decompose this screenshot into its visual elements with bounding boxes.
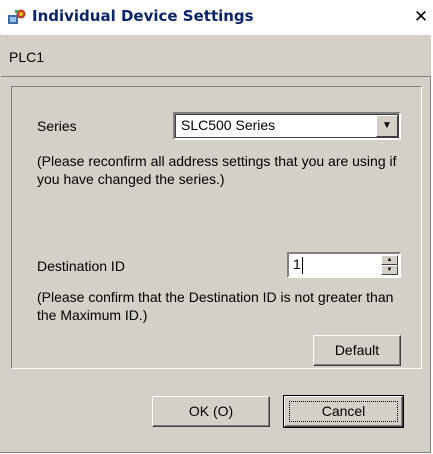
series-dropdown[interactable]: SLC500 Series ▼	[173, 112, 401, 140]
spinner-buttons: ▲ ▼	[381, 255, 398, 275]
destination-id-value: 1	[293, 256, 301, 272]
default-button[interactable]: Default	[313, 335, 401, 366]
destination-id-spinner[interactable]: 1 ▲ ▼	[287, 252, 401, 278]
spin-up-icon[interactable]: ▲	[381, 255, 398, 265]
destination-id-label: Destination ID	[37, 258, 125, 274]
title-bar[interactable]: Individual Device Settings ✕	[0, 0, 433, 34]
dialog-window: Individual Device Settings ✕ PLC1 Series…	[0, 0, 433, 453]
device-bar: PLC1	[1, 34, 431, 77]
device-name: PLC1	[9, 49, 45, 65]
spin-down-icon[interactable]: ▼	[381, 265, 398, 275]
focus-rect	[289, 401, 398, 422]
app-settings-icon	[7, 8, 27, 26]
close-icon[interactable]: ✕	[412, 8, 430, 26]
cancel-button[interactable]: Cancel	[283, 395, 404, 428]
destination-id-note: (Please confirm that the Destination ID …	[37, 289, 394, 323]
series-selected-value: SLC500 Series	[181, 117, 276, 133]
chevron-down-icon[interactable]: ▼	[376, 115, 398, 137]
series-note: (Please reconfirm all address settings t…	[37, 153, 397, 187]
ok-button[interactable]: OK (O)	[152, 396, 270, 427]
window-title: Individual Device Settings	[32, 7, 254, 25]
text-caret	[302, 257, 303, 274]
series-label: Series	[37, 118, 77, 134]
